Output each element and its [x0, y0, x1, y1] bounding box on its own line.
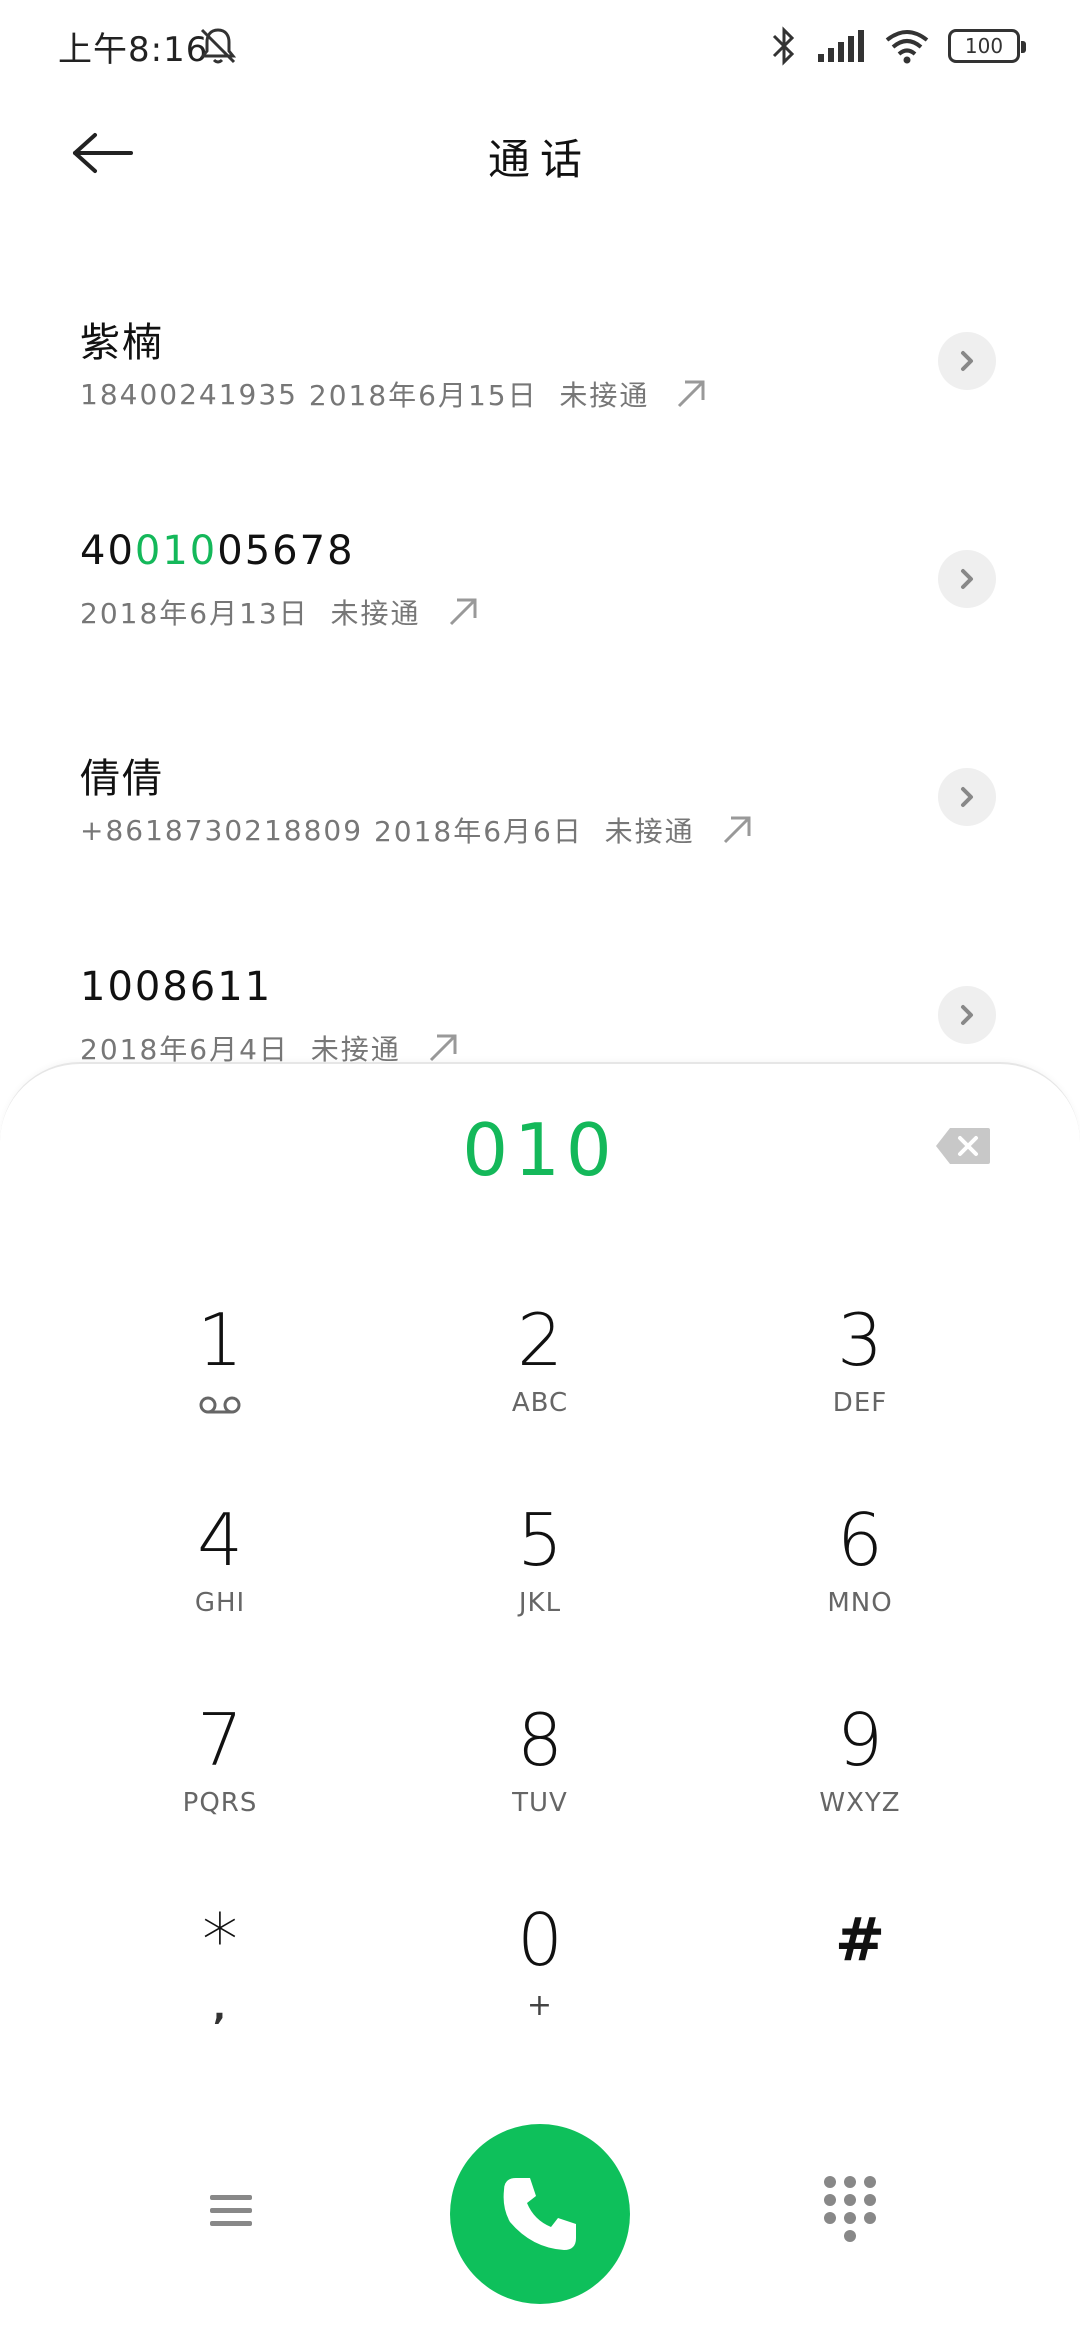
- key-3[interactable]: 3 DEF: [750, 1294, 970, 1464]
- backspace-icon: [936, 1128, 990, 1164]
- key-digit: 8: [517, 1698, 563, 1782]
- signal-icon: [818, 30, 864, 62]
- status-icons: 100: [770, 22, 1026, 70]
- key-letters: PQRS: [182, 1788, 258, 1818]
- key-letters: JKL: [518, 1588, 562, 1618]
- call-number: 18400241935: [80, 377, 298, 411]
- key-letters: TUV: [512, 1788, 568, 1818]
- menu-button[interactable]: [200, 2180, 262, 2242]
- key-digit: 5: [517, 1498, 563, 1582]
- key-digit: #: [834, 1905, 886, 1975]
- match-highlight: 010: [134, 528, 218, 574]
- dialpad-toggle-button[interactable]: [820, 2174, 880, 2244]
- call-detail-button[interactable]: [938, 550, 996, 608]
- call-status: 未接通: [330, 597, 421, 630]
- key-digit: 2: [517, 1298, 563, 1382]
- key-1[interactable]: 1: [110, 1294, 330, 1464]
- call-item[interactable]: 倩倩 +8618730218809 2018年6月6日 未接通: [0, 726, 1080, 944]
- outgoing-call-icon: [449, 598, 477, 626]
- call-name: 1008611: [80, 964, 273, 1010]
- chevron-right-icon: [961, 1005, 973, 1025]
- key-2[interactable]: 2 ABC: [430, 1294, 650, 1464]
- key-digit: *: [202, 1898, 238, 1982]
- key-7[interactable]: 7 PQRS: [110, 1694, 330, 1864]
- call-meta: +8618730218809 2018年6月6日 未接通: [80, 810, 753, 850]
- call-meta: 18400241935 2018年6月15日 未接通: [80, 374, 707, 414]
- phone-icon: [503, 2178, 576, 2250]
- battery-icon: 100: [948, 29, 1026, 63]
- dialed-number[interactable]: 010: [0, 1108, 1080, 1192]
- key-digit: 7: [197, 1698, 243, 1782]
- dialpad-panel: 010 1 2 ABC 3 DEF 4 GHI 5 JKL 6 MNO 7 PQ…: [0, 1062, 1080, 2340]
- wifi-icon: [885, 30, 929, 64]
- battery-level: 100: [964, 34, 1004, 58]
- key-letters: +: [526, 1988, 554, 2023]
- call-item[interactable]: 4001005678 2018年6月13日 未接通: [0, 508, 1080, 726]
- key-digit: 3: [837, 1298, 883, 1382]
- key-letters: WXYZ: [819, 1788, 901, 1818]
- voicemail-icon: [199, 1396, 241, 1414]
- bluetooth-icon: [772, 26, 795, 66]
- call-name: 4001005678: [80, 528, 355, 574]
- key-9[interactable]: 9 WXYZ: [750, 1694, 970, 1864]
- key-star[interactable]: * ,: [110, 1894, 330, 2064]
- menu-icon: [210, 2195, 252, 2226]
- key-digit: 6: [837, 1498, 883, 1582]
- key-4[interactable]: 4 GHI: [110, 1494, 330, 1664]
- call-detail-button[interactable]: [938, 986, 996, 1044]
- call-item[interactable]: 紫楠 18400241935 2018年6月15日 未接通: [0, 290, 1080, 508]
- chevron-right-icon: [961, 351, 973, 371]
- chevron-right-icon: [961, 787, 973, 807]
- key-digit: 4: [197, 1498, 243, 1582]
- call-number: +8618730218809: [80, 813, 364, 847]
- key-digit: 1: [197, 1298, 243, 1382]
- call-name: 紫楠: [80, 320, 164, 366]
- key-letters: ABC: [511, 1388, 569, 1418]
- key-0[interactable]: 0 +: [430, 1894, 650, 2064]
- key-6[interactable]: 6 MNO: [750, 1494, 970, 1664]
- key-letters: GHI: [194, 1588, 246, 1618]
- call-status: 未接通: [559, 379, 650, 412]
- key-8[interactable]: 8 TUV: [430, 1694, 650, 1864]
- page-title: 通话: [487, 135, 592, 184]
- key-letters: ,: [213, 1988, 227, 2028]
- call-date: 2018年6月13日: [80, 597, 309, 630]
- key-digit: 9: [837, 1698, 883, 1782]
- outgoing-call-icon: [429, 1034, 457, 1062]
- key-hash[interactable]: #: [750, 1894, 970, 2064]
- header: 通话: [0, 100, 1080, 210]
- bell-off-icon: [199, 28, 237, 64]
- call-meta: 2018年6月13日 未接通: [80, 592, 479, 632]
- call-detail-button[interactable]: [938, 332, 996, 390]
- key-5[interactable]: 5 JKL: [430, 1494, 650, 1664]
- key-letters: DEF: [832, 1388, 888, 1418]
- key-digit: 0: [517, 1898, 563, 1982]
- outgoing-call-icon: [678, 380, 705, 408]
- chevron-right-icon: [961, 569, 973, 589]
- call-list: 紫楠 18400241935 2018年6月15日 未接通 4001005678…: [0, 290, 1080, 1162]
- call-button[interactable]: [450, 2124, 630, 2304]
- call-name: 倩倩: [80, 756, 164, 802]
- status-time: 上午8:16: [58, 30, 209, 70]
- call-date: 2018年6月15日: [308, 379, 538, 412]
- status-bar: 上午8:16 100: [0, 0, 1080, 92]
- outgoing-call-icon: [723, 816, 751, 844]
- backspace-button[interactable]: [934, 1126, 992, 1166]
- dialpad-icon: [824, 2176, 876, 2242]
- call-detail-button[interactable]: [938, 768, 996, 826]
- call-status: 未接通: [604, 815, 695, 848]
- key-letters: MNO: [827, 1588, 893, 1618]
- call-date: 2018年6月6日: [373, 815, 583, 848]
- dialpad-bottom-bar: [0, 2124, 1080, 2324]
